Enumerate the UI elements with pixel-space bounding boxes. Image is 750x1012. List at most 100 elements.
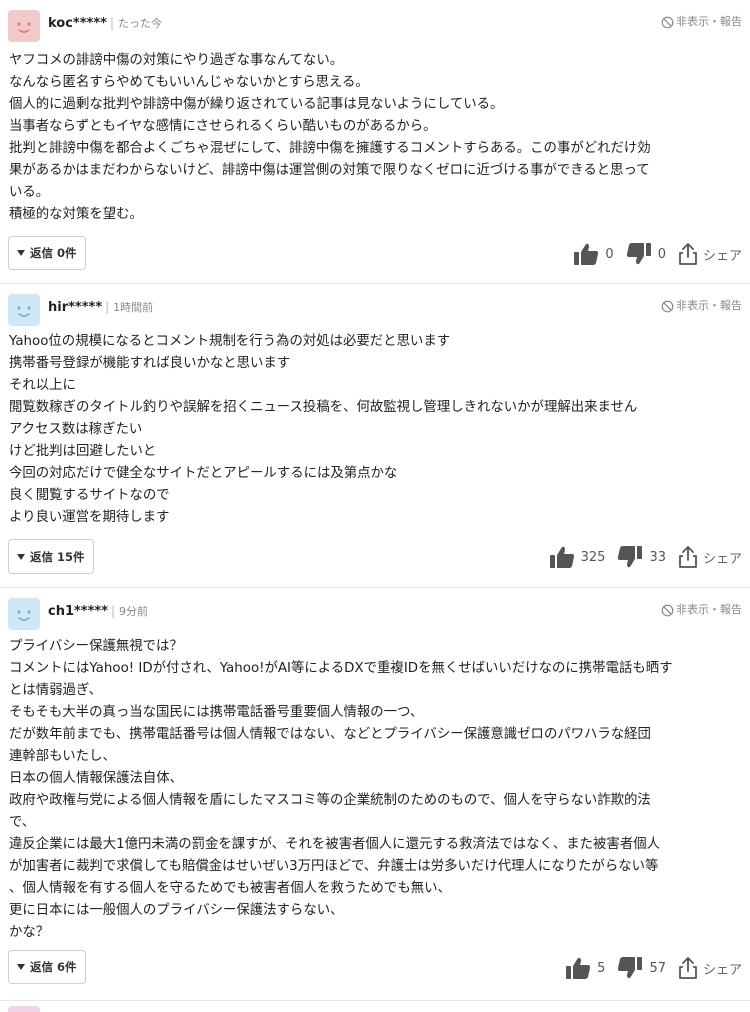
- dislike-count: 57: [649, 960, 666, 976]
- dislike-button[interactable]: 57: [617, 956, 678, 980]
- share-icon: [679, 243, 697, 265]
- hide-report-label: 非表示・報告: [676, 15, 742, 28]
- next-comment-avatar: [8, 1006, 40, 1012]
- share-label: シェア: [702, 248, 742, 264]
- separator: |: [111, 604, 116, 618]
- share-button[interactable]: シェア: [678, 242, 742, 266]
- hide-report-label: 非表示・報告: [676, 603, 742, 616]
- username-link[interactable]: ch1*****: [48, 604, 108, 619]
- comment-body: ヤフコメの誹謗中傷の対策にやり過ぎな事なんてない。 なんなら匿名すらやめてもいい…: [9, 50, 736, 226]
- reply-count-label: 返信 6件: [30, 960, 77, 974]
- comment-header: ch1***** | 9分前: [48, 602, 148, 621]
- hide-report-label: 非表示・報告: [676, 299, 742, 312]
- comment-card: ch1***** | 9分前 非表示・報告 プライバシー保護無視では？ コメントには…: [0, 588, 750, 1001]
- avatar[interactable]: [8, 10, 40, 42]
- comment-line: で、: [9, 815, 36, 830]
- reply-toggle-button[interactable]: 返信 15件: [8, 539, 94, 574]
- thumbs-down-icon: [618, 957, 643, 979]
- comment-header: koc***** | たった今: [48, 14, 162, 33]
- comment-line: 、個人情報を有する個人を守るためでも被害者個人を救うためでも無い、: [9, 881, 451, 896]
- comment-actions: 0 0 シェア: [573, 239, 742, 269]
- share-icon: [679, 957, 697, 979]
- thumbs-up-icon: [549, 546, 574, 568]
- share-icon: [679, 546, 697, 568]
- hide-report-link[interactable]: 非表示・報告: [661, 298, 742, 314]
- share-label: シェア: [702, 551, 742, 567]
- caret-down-icon: [17, 964, 25, 970]
- like-count: 325: [580, 549, 606, 565]
- share-button[interactable]: シェア: [678, 956, 742, 980]
- like-button[interactable]: 0: [573, 242, 625, 266]
- thumbs-down-icon: [618, 546, 643, 568]
- thumbs-up-icon: [566, 957, 591, 979]
- avatar-face-icon: [8, 294, 40, 326]
- comment-line: 果があるかはまだわからないけど、誹謗中傷は運営側の対策で限りなくゼロに近づける事…: [9, 163, 650, 178]
- timestamp: 1時間前: [113, 301, 154, 314]
- comment-actions: 325 33 シェア: [549, 542, 742, 572]
- username-link[interactable]: koc*****: [48, 16, 107, 31]
- timestamp: 9分前: [119, 605, 149, 618]
- comment-header: hir***** | 1時間前: [48, 298, 153, 317]
- comment-line: 今回の対応だけで健全なサイトだとアピールするには及第点かな: [9, 466, 398, 481]
- like-count: 5: [597, 960, 606, 976]
- comment-line: 更に日本には一般個人のプライバシー保護法すらない、: [9, 903, 344, 918]
- comment-line: Yahoo位の規模になるとコメント規制を行う為の対処は必要だと思います: [9, 334, 451, 349]
- comment-line: ヤフコメの誹謗中傷の対策にやり過ぎな事なんてない。: [9, 53, 344, 68]
- comment-line: かな？: [9, 925, 50, 940]
- block-icon: [661, 16, 674, 28]
- comment-line: 連幹部もいたし、: [9, 749, 116, 764]
- comment-line: プライバシー保護無視では？: [9, 639, 183, 654]
- caret-down-icon: [17, 250, 25, 256]
- dislike-button[interactable]: 0: [626, 242, 678, 266]
- avatar-face-icon: [8, 10, 40, 42]
- comment-line: コメントにはYahoo! IDが付され、Yahoo!がAI等によるDXで重複ID…: [9, 661, 673, 676]
- comment-line: 当事者ならずともイヤな感情にさせられるくらい酷いものがあるから。: [9, 119, 437, 134]
- like-button[interactable]: 325: [549, 545, 618, 569]
- comment-line: 積極的な対策を望む。: [9, 207, 143, 222]
- dislike-count: 33: [649, 549, 666, 565]
- comment-line: 日本の個人情報保護法自体、: [9, 771, 184, 786]
- caret-down-icon: [17, 553, 25, 560]
- separator: |: [105, 300, 110, 314]
- dislike-count: 0: [657, 246, 666, 262]
- comment-line: それ以上に: [9, 378, 76, 393]
- reply-toggle-button[interactable]: 返信 0件: [8, 236, 86, 270]
- share-button[interactable]: シェア: [678, 545, 742, 569]
- comment-line: けど批判は回避したいと: [9, 444, 157, 459]
- hide-report-link[interactable]: 非表示・報告: [661, 14, 742, 30]
- thumbs-down-icon: [626, 243, 651, 265]
- share-label: シェア: [702, 962, 742, 978]
- like-button[interactable]: 5: [565, 956, 617, 980]
- comment-line: アクセス数は稼ぎたい: [9, 422, 143, 437]
- comment-body: プライバシー保護無視では？ コメントにはYahoo! IDが付され、Yahoo!…: [9, 636, 736, 944]
- comment-line: 良く閲覧するサイトなので: [9, 488, 170, 503]
- hide-report-link[interactable]: 非表示・報告: [661, 602, 742, 618]
- comment-card: koc***** | たった今 非表示・報告 ヤフコメの誹謗中傷の対策にやり過ぎな事…: [0, 0, 750, 284]
- timestamp: たった今: [117, 17, 162, 30]
- reply-toggle-button[interactable]: 返信 6件: [8, 950, 86, 984]
- comment-line: とは情弱過ぎ、: [9, 683, 103, 698]
- block-icon: [661, 300, 674, 312]
- username-link[interactable]: hir*****: [48, 300, 102, 315]
- reply-count-label: 返信 0件: [30, 246, 77, 260]
- block-icon: [661, 604, 674, 616]
- comment-line: 批判と誹謗中傷を都合よくごちゃ混ぜにして、誹謗中傷を擁護するコメントすらある。こ…: [9, 141, 651, 156]
- comment-body: Yahoo位の規模になるとコメント規制を行う為の対処は必要だと思います 携帯番号…: [9, 331, 736, 529]
- comment-line: 個人的に過剰な批判や誹謗中傷が繰り返されている記事は見ないようにしている。: [9, 97, 504, 112]
- comment-line: いる。: [9, 185, 50, 200]
- like-count: 0: [605, 246, 614, 262]
- comment-line: そもそも大半の真っ当な国民には携帯電話番号重要個人情報の一つ、: [9, 705, 424, 720]
- comment-line: が加害者に裁判で求償しても賠償金はせいぜい3万円ほどで、弁護士は労多いだけ代理人…: [9, 859, 659, 874]
- avatar[interactable]: [8, 598, 40, 630]
- comment-line: 政府や政権与党による個人情報を盾にしたマスコミ等の企業統制のためのもので、個人を…: [9, 793, 651, 808]
- comment-card: hir***** | 1時間前 非表示・報告 Yahoo位の規模になるとコメント規制…: [0, 284, 750, 588]
- comment-line: より良い運営を期待します: [9, 510, 170, 525]
- comment-actions: 5 57 シェア: [565, 953, 742, 983]
- comment-line: なんなら匿名すらやめてもいいんじゃないかとすら思える。: [9, 75, 369, 90]
- separator: |: [109, 16, 114, 30]
- thumbs-up-icon: [574, 243, 599, 265]
- dislike-button[interactable]: 33: [617, 545, 678, 569]
- avatar-face-icon: [8, 598, 40, 630]
- comment-line: 携帯番号登録が機能すれば良いかなと思います: [9, 356, 291, 371]
- avatar[interactable]: [8, 294, 40, 326]
